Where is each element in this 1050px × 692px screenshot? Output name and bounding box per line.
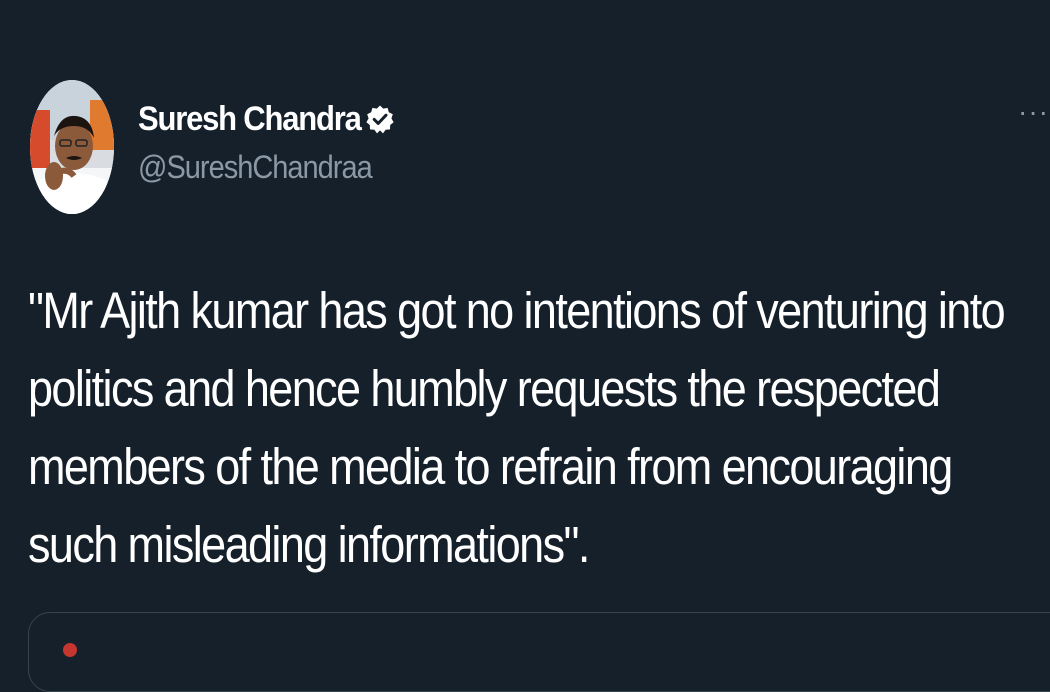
tweet-text-line: "Mr Ajith kumar has got no intentions of… (28, 281, 1006, 340)
tweet-text: "Mr Ajith kumar has got no intentions of… (28, 272, 1050, 584)
author-display-name[interactable]: Suresh Chandra (138, 99, 362, 139)
author-name-row[interactable]: Suresh Chandra (138, 97, 395, 141)
tweet-card: Suresh Chandra @SureshChandraa ··· "Mr A… (0, 0, 1050, 692)
more-options-icon[interactable]: ··· (1018, 98, 1050, 130)
verified-badge-icon (365, 104, 395, 134)
author-handle[interactable]: @SureshChandraa (138, 150, 373, 187)
profile-photo-icon (30, 80, 114, 214)
tweet-text-line: such misleading informations". (28, 515, 590, 574)
tweet-text-line: members of the media to refrain from enc… (28, 437, 953, 496)
author-avatar[interactable] (30, 80, 114, 214)
quoted-avatar-icon (63, 643, 77, 657)
tweet-text-line: politics and hence humbly requests the r… (28, 359, 941, 418)
quoted-tweet-card[interactable] (28, 612, 1050, 692)
